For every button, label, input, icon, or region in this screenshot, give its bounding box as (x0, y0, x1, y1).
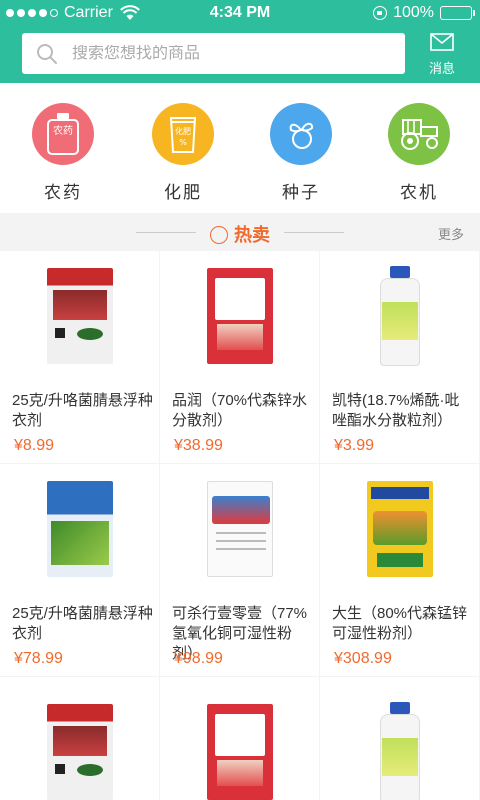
product-card[interactable]: 25克/升咯菌腈悬浮种衣剂 ¥8.99 (0, 251, 159, 463)
top-bar: Carrier 4:34 PM 100% 消息 (0, 0, 480, 83)
product-image (0, 251, 159, 381)
product-card[interactable] (320, 677, 479, 800)
product-image (320, 464, 479, 594)
search-bar[interactable] (22, 33, 405, 74)
envelope-icon (430, 33, 454, 51)
product-card[interactable]: 品润（70%代森锌水分散剂） ¥38.99 (160, 251, 319, 463)
search-icon (37, 43, 57, 64)
category-pesticide[interactable]: 农药 农药 (3, 103, 123, 203)
product-image (0, 464, 159, 594)
product-price: ¥38.99 (174, 437, 223, 454)
hot-section-header: 热卖 更多 (0, 213, 480, 251)
category-row: 农药 农药 化肥 % 化肥 种子 农机 (0, 83, 480, 213)
fire-icon (210, 226, 228, 244)
product-card[interactable]: 凯特(18.7%烯酰·吡唑酯水分散粒剂） ¥3.99 (320, 251, 479, 463)
product-image (320, 677, 479, 800)
product-price: ¥8.99 (14, 437, 55, 454)
svg-text:农药: 农药 (53, 124, 73, 137)
product-image (160, 464, 319, 594)
product-name: 品润（70%代森锌水分散剂） (172, 392, 308, 429)
product-price: ¥98.99 (174, 650, 223, 667)
battery-icon (440, 6, 475, 20)
category-label: 种子 (282, 183, 320, 202)
product-image (160, 677, 319, 800)
category-label: 农药 (44, 183, 82, 202)
message-label: 消息 (428, 61, 455, 76)
product-image (320, 251, 479, 381)
search-input[interactable] (72, 44, 372, 63)
fertilizer-icon: 化肥 % (152, 103, 214, 165)
message-button[interactable]: 消息 (420, 33, 464, 77)
tractor-icon (388, 103, 450, 165)
category-machinery[interactable]: 农机 (359, 103, 479, 203)
seed-icon (270, 103, 332, 165)
product-price: ¥78.99 (14, 650, 63, 667)
status-bar: Carrier 4:34 PM 100% (0, 0, 480, 28)
product-image (0, 677, 159, 800)
divider (284, 232, 344, 233)
pesticide-icon: 农药 (32, 103, 94, 165)
product-price: ¥3.99 (334, 437, 375, 454)
category-label: 农机 (400, 183, 438, 202)
category-seed[interactable]: 种子 (241, 103, 361, 203)
hot-title: 热卖 (0, 221, 480, 247)
product-card[interactable]: 25克/升咯菌腈悬浮种衣剂 ¥78.99 (0, 464, 159, 676)
rotation-lock-icon (373, 6, 388, 20)
product-name: 25克/升咯菌腈悬浮种衣剂 (12, 605, 153, 642)
battery-percent: 100% (393, 4, 434, 21)
category-label: 化肥 (164, 183, 202, 202)
product-name: 凯特(18.7%烯酰·吡唑酯水分散粒剂） (332, 392, 460, 429)
product-card[interactable] (160, 677, 319, 800)
product-price: ¥308.99 (334, 650, 392, 667)
status-right: 100% (373, 4, 475, 22)
svg-text:%: % (179, 138, 187, 147)
product-image (160, 251, 319, 381)
category-fertilizer[interactable]: 化肥 % 化肥 (123, 103, 243, 203)
product-card[interactable]: 可杀行壹零壹（77%氢氧化铜可湿性粉剂） ¥98.99 (160, 464, 319, 676)
svg-text:化肥: 化肥 (175, 126, 191, 136)
product-name: 25克/升咯菌腈悬浮种衣剂 (12, 392, 153, 429)
product-card[interactable] (0, 677, 159, 800)
product-card[interactable]: 大生（80%代森锰锌可湿性粉剂） ¥308.99 (320, 464, 479, 676)
more-link[interactable]: 更多 (438, 224, 464, 243)
product-name: 大生（80%代森锰锌可湿性粉剂） (332, 605, 468, 642)
